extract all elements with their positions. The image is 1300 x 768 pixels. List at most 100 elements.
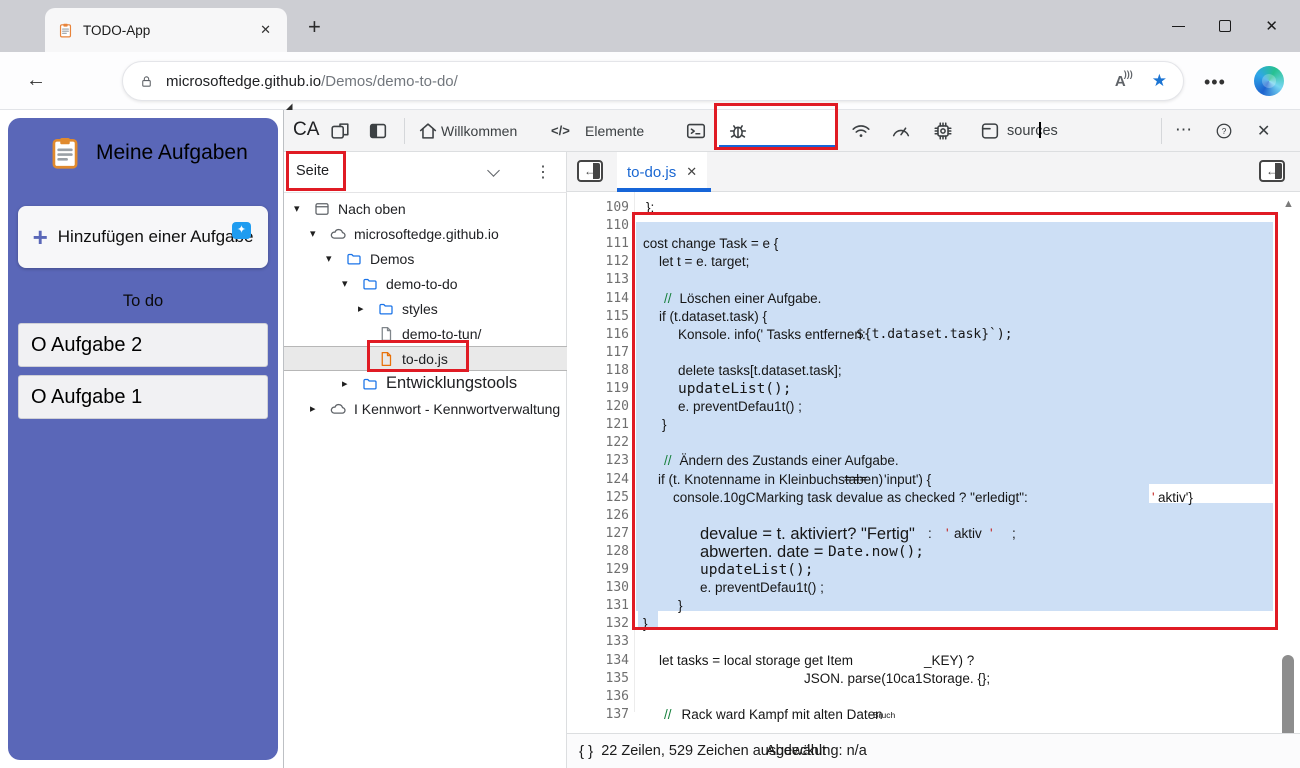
browser-window: TODO-App ✕ + ✕ ← microsoftedge.github.io… — [0, 0, 1300, 768]
tree-expand-icon[interactable]: ▾ — [326, 252, 344, 265]
collapse-panel-icon[interactable]: ← — [577, 160, 603, 182]
tree-item-nach-oben[interactable]: ▾ Nach oben — [284, 196, 567, 221]
tab-seite[interactable]: Seite — [296, 163, 329, 179]
folder-icon — [376, 300, 396, 318]
add-task-label: Hinzufügen einer Aufgabe — [57, 227, 254, 246]
tree-expand-icon[interactable]: ▾ — [310, 227, 328, 240]
browser-navbar: ← microsoftedge.github.io/Demos/demo-to-… — [0, 52, 1300, 315]
tree-item-i-kennwort-kennwortverwaltung[interactable]: ▸ I Kennwort - Kennwortverwaltung — [284, 396, 567, 421]
code-text: === — [844, 471, 868, 487]
tree-item-microsoftedge-github-io[interactable]: ▾ microsoftedge.github.io — [284, 221, 567, 246]
tree-expand-icon[interactable]: ▸ — [358, 302, 376, 315]
minimize-icon[interactable] — [1172, 25, 1186, 27]
code-text: let tasks = local storage get Item — [659, 652, 853, 668]
code-text: Ändern des Zustands einer Aufgabe. — [679, 453, 899, 469]
tab-close-icon[interactable]: ✕ — [256, 20, 275, 40]
code-text: ' — [990, 525, 993, 541]
maximize-icon[interactable] — [1219, 20, 1232, 32]
code-text: JSON. parse(10ca1Storage. {}; — [804, 670, 991, 686]
lock-icon[interactable] — [139, 73, 154, 90]
tree-item-label: microsoftedge.github.io — [354, 225, 499, 242]
network-wifi-icon[interactable] — [850, 120, 872, 142]
code-line: // Rack ward Kampf mit alten Daten Bruch — [567, 706, 1300, 724]
code-text: ' — [946, 525, 949, 541]
navigator-header: Seite ⋮ — [284, 152, 567, 193]
chevron-down-icon[interactable] — [487, 164, 500, 177]
editor-vscrollbar[interactable] — [1282, 655, 1294, 745]
favorite-star-icon[interactable]: ★ — [1152, 71, 1167, 91]
code-line: // Ändern des Zustands einer Aufgabe. — [567, 452, 1300, 470]
tree-item-entwicklungstools[interactable]: ▸ Entwicklungstools — [284, 371, 567, 396]
tree-item-demo-to-tun[interactable]: demo-to-tun/ — [284, 321, 567, 346]
code-text: cost change Task = e { — [643, 236, 779, 252]
collapse-debugger-icon[interactable]: ← — [1259, 160, 1285, 182]
inspect-tool-label[interactable]: CA — [293, 119, 319, 141]
help-icon[interactable]: ? — [1215, 122, 1233, 140]
application-icon[interactable] — [979, 120, 1001, 142]
read-aloud-icon[interactable]: A))) — [1115, 69, 1133, 90]
tree-item-styles[interactable]: ▸ styles — [284, 296, 567, 321]
code-text: delete tasks[t.dataset.task]; — [678, 362, 842, 378]
address-bar[interactable]: microsoftedge.github.io/Demos/demo-to-do… — [122, 61, 1184, 101]
close-icon[interactable]: ✕ — [1265, 17, 1278, 35]
tree-item-to-do-js[interactable]: to-do.js — [284, 346, 567, 371]
memory-chip-icon[interactable] — [932, 120, 954, 142]
tree-item-label: to-do.js — [402, 350, 448, 367]
tab-quellen-debugger[interactable] — [717, 110, 838, 150]
code-line: } — [567, 416, 1300, 434]
code-text: let t = e. target; — [659, 254, 750, 270]
task-item-aufgabe-2[interactable]: O Aufgabe 2 — [18, 323, 268, 367]
todo-app-page: Meine Aufgaben + Hinzufügen einer Aufgab… — [0, 110, 283, 768]
tab-elemente[interactable]: Elemente — [585, 123, 644, 139]
new-tab-button[interactable]: + — [300, 12, 329, 42]
code-text: Löschen einer Aufgabe. — [679, 290, 822, 306]
code-text: // — [664, 706, 672, 722]
folder-icon — [360, 275, 380, 293]
translate-badge-icon[interactable]: ✦ — [232, 222, 251, 239]
browser-tab-todo-app[interactable]: TODO-App ✕ — [45, 8, 287, 52]
code-text: } — [678, 598, 683, 614]
home-icon[interactable] — [417, 120, 439, 142]
editor-tab-close-icon[interactable]: ✕ — [686, 164, 697, 180]
add-task-button[interactable]: + Hinzufügen einer Aufgabe ✦ — [18, 206, 268, 268]
close-devtools-icon[interactable]: ✕ — [1257, 121, 1270, 141]
more-tools-icon[interactable]: ⋯ — [1175, 120, 1193, 140]
tab-willkommen[interactable]: Willkommen — [441, 123, 517, 139]
tab-sources[interactable]: sources — [1007, 123, 1058, 139]
tree-item-demos[interactable]: ▾ Demos — [284, 246, 567, 271]
dock-side-icon[interactable] — [367, 120, 389, 142]
plus-icon: + — [32, 221, 48, 252]
editor-tab-to-do-js[interactable]: to-do.js ✕ — [617, 152, 711, 192]
tree-expand-icon[interactable]: ▾ — [294, 202, 312, 215]
code-text: : — [928, 525, 932, 541]
tree-item-label: demo-to-do — [386, 275, 458, 292]
more-menu-icon[interactable]: ••• — [1204, 72, 1226, 93]
tree-item-label: Demos — [370, 250, 415, 267]
task-item-aufgabe-1[interactable]: O Aufgabe 1 — [18, 375, 268, 419]
editor-tab-filename: to-do.js — [627, 163, 677, 181]
code-text: Konsole. info(' Tasks entfernen: — [678, 326, 866, 342]
code-line: } — [567, 597, 1300, 615]
code-text: ; — [1012, 525, 1016, 541]
code-text: Rack ward Kampf mit alten Daten — [681, 706, 883, 722]
braces-icon: { } — [579, 742, 594, 760]
performance-gauge-icon[interactable] — [890, 120, 912, 142]
code-area[interactable]: 109 110 111 112 113 114 115 116 117 118 119 120 121 1… — [567, 192, 1300, 745]
tree-expand-icon[interactable]: ▸ — [342, 377, 360, 390]
window-controls: ✕ — [1172, 0, 1300, 52]
code-text: }; — [646, 200, 655, 215]
devtools-pane: CA Willkommen </> Elemente sources ⋯ ? ✕ — [283, 110, 1300, 768]
back-icon[interactable]: ← — [26, 69, 46, 92]
scroll-up-icon[interactable]: ▲ — [1283, 198, 1294, 210]
copilot-icon[interactable] — [1254, 66, 1284, 96]
tree-expand-icon[interactable]: ▸ — [310, 402, 328, 415]
kebab-menu-icon[interactable]: ⋮ — [535, 162, 551, 182]
tree-expand-icon[interactable]: ▾ — [342, 277, 360, 290]
console-icon[interactable] — [685, 120, 707, 142]
code-brackets-icon[interactable]: </> — [551, 123, 570, 138]
device-emulation-icon[interactable] — [329, 120, 351, 142]
tree-item-demo-to-do[interactable]: ▾ demo-to-do — [284, 271, 567, 296]
